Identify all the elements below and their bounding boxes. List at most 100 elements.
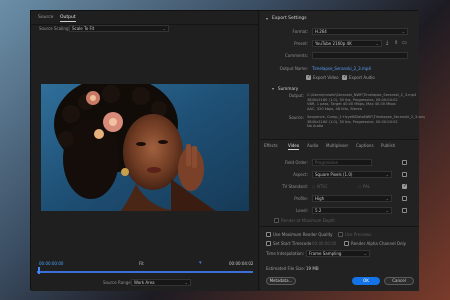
use-previews-checkbox[interactable] xyxy=(338,232,343,237)
cancel-button[interactable]: Cancel xyxy=(384,277,414,285)
render-max-depth-checkbox[interactable] xyxy=(274,218,279,223)
metadata-button[interactable]: Metadata... xyxy=(266,277,296,285)
section-divider xyxy=(260,139,419,140)
chevron-down-icon: ⌄ xyxy=(385,208,389,213)
preview-frame-image xyxy=(41,84,249,211)
source-range-value: Work Area xyxy=(134,280,155,285)
time-interpolation-value: Frame Sampling xyxy=(309,251,342,256)
export-settings-title: Export Settings xyxy=(272,16,307,21)
format-dropdown[interactable]: H.264 ⌄ xyxy=(312,28,408,35)
pal-radio[interactable]: ○ xyxy=(358,184,362,189)
preview-panel: Source Output Source Scaling: Scale To F… xyxy=(31,11,259,291)
source-summary-line: No Audio xyxy=(307,124,324,129)
duration-time: 00:00:04:02 xyxy=(229,261,254,266)
use-previews-label: Use Previews xyxy=(345,232,372,237)
chevron-down-icon: ⌄ xyxy=(162,26,166,31)
estimated-file-size-label: Estimated File Size: xyxy=(266,266,306,271)
output-summary-label: Output: xyxy=(288,93,304,98)
render-alpha-label: Render Alpha Channel Only xyxy=(351,241,407,246)
set-start-timecode-checkbox[interactable] xyxy=(266,241,271,246)
summary-caret-icon[interactable]: ▾ xyxy=(272,86,274,91)
profile-value: High xyxy=(315,196,325,201)
profile-match-checkbox[interactable] xyxy=(402,196,407,201)
comments-label: Comments: xyxy=(284,53,308,58)
zoom-fit-dropdown[interactable]: Fit xyxy=(139,261,144,266)
tab-multiplexer[interactable]: Multiplexer xyxy=(326,143,348,148)
tv-standard-label: TV Standard: xyxy=(282,184,308,189)
preset-value: YouTube 2160p 4K xyxy=(315,41,352,46)
output-summary-line: C:\Users\mrseki\Seranski_NWF\Timelapse_S… xyxy=(307,93,417,97)
in-out-marker-icon[interactable]: ▾ xyxy=(199,260,202,266)
format-label: Format: xyxy=(292,29,308,34)
field-order-label: Field Order: xyxy=(284,160,308,165)
level-dropdown[interactable]: 5.2 ⌄ xyxy=(312,207,392,214)
playhead[interactable] xyxy=(38,267,40,274)
chevron-down-icon: ⌄ xyxy=(375,41,379,46)
export-video-checkbox[interactable] xyxy=(306,74,311,80)
tab-output[interactable]: Output xyxy=(60,15,76,22)
field-order-value: Progressive xyxy=(315,160,339,165)
source-scaling-dropdown[interactable]: Scale To Fit ⌄ xyxy=(69,25,169,32)
section-divider xyxy=(260,226,419,227)
source-range-dropdown[interactable]: Work Area ⌄ xyxy=(131,279,191,286)
output-name-link[interactable]: Timelapse_Seranski_2_3.mp4 xyxy=(312,66,371,71)
delete-preset-icon[interactable]: ▭ xyxy=(402,40,407,46)
collapse-caret-icon[interactable]: ▾ xyxy=(266,16,268,21)
field-order-dropdown[interactable]: Progressive xyxy=(312,159,372,166)
pal-label: PAL xyxy=(363,184,371,189)
profile-label: Profile: xyxy=(294,196,308,201)
current-time: 00:00:00:00 xyxy=(39,261,64,266)
time-interpolation-dropdown[interactable]: Frame Sampling ⌄ xyxy=(306,250,370,257)
start-timecode-input[interactable]: 00:00:00:00 xyxy=(312,241,336,246)
comments-input[interactable] xyxy=(312,52,408,59)
export-audio-checkbox[interactable] xyxy=(342,74,347,80)
ok-button[interactable]: OK xyxy=(352,277,380,285)
ntsc-label: NTSC xyxy=(317,184,328,189)
ntsc-radio[interactable]: ○ xyxy=(312,184,316,189)
import-preset-icon[interactable]: ⇪ xyxy=(394,40,398,46)
output-name-label: Output Name: xyxy=(279,66,308,71)
max-render-quality-label: Use Maximum Render Quality xyxy=(273,232,333,237)
export-audio-label: Export Audio xyxy=(349,75,375,80)
source-summary-label: Source: xyxy=(288,115,304,120)
output-summary-line: AAC, 320 kbps, 48 kHz, Stereo xyxy=(307,106,362,111)
preset-dropdown[interactable]: YouTube 2160p 4K ⌄ xyxy=(312,40,382,47)
chevron-down-icon: ⌄ xyxy=(385,172,389,177)
tv-standard-match-checkbox[interactable] xyxy=(402,183,407,189)
level-match-checkbox[interactable] xyxy=(402,208,407,213)
format-value: H.264 xyxy=(315,29,327,34)
profile-dropdown[interactable]: High ⌄ xyxy=(312,195,392,202)
timeline-work-area[interactable] xyxy=(37,271,253,273)
tab-publish[interactable]: Publish xyxy=(381,143,395,148)
tab-effects[interactable]: Effects xyxy=(264,143,278,148)
source-summary-line: Sequence, Comp_1+IcyeKIDataNWF\Timelapse… xyxy=(307,115,425,119)
tab-audio[interactable]: Audio xyxy=(307,143,318,148)
save-preset-icon[interactable]: ⤓ xyxy=(386,40,388,46)
render-alpha-checkbox[interactable] xyxy=(344,241,349,246)
tab-source[interactable]: Source xyxy=(38,15,53,20)
chevron-down-icon: ⌄ xyxy=(184,280,188,285)
summary-title: Summary xyxy=(278,86,299,91)
level-value: 5.2 xyxy=(315,208,322,213)
preset-label: Preset: xyxy=(294,41,308,46)
aspect-dropdown[interactable]: Square Pixels (1.0) ⌄ xyxy=(312,171,392,178)
estimated-file-size-value: 19 MB xyxy=(306,266,319,271)
source-scaling-label: Source Scaling: xyxy=(39,26,70,31)
set-start-timecode-label: Set Start Timecode xyxy=(273,241,312,246)
level-label: Level: xyxy=(296,208,308,213)
video-preview xyxy=(41,84,249,211)
field-order-match-checkbox[interactable] xyxy=(402,160,407,165)
max-render-quality-checkbox[interactable] xyxy=(266,232,271,237)
aspect-label: Aspect: xyxy=(293,172,308,177)
tab-captions[interactable]: Captions xyxy=(356,143,374,148)
export-video-label: Export Video xyxy=(313,75,339,80)
settings-panel: ▾ Export Settings Format: H.264 ⌄ Preset… xyxy=(260,11,425,291)
render-max-depth-label: Render at Maximum Depth xyxy=(281,218,335,223)
tab-video[interactable]: Video xyxy=(288,143,300,150)
chevron-down-icon: ⌄ xyxy=(385,196,389,201)
export-settings-dialog: Source Output Source Scaling: Scale To F… xyxy=(30,10,425,291)
time-interpolation-label: Time Interpolation: xyxy=(266,251,305,256)
chevron-down-icon: ⌄ xyxy=(363,251,367,256)
aspect-match-checkbox[interactable] xyxy=(402,172,407,177)
aspect-value: Square Pixels (1.0) xyxy=(315,172,353,177)
